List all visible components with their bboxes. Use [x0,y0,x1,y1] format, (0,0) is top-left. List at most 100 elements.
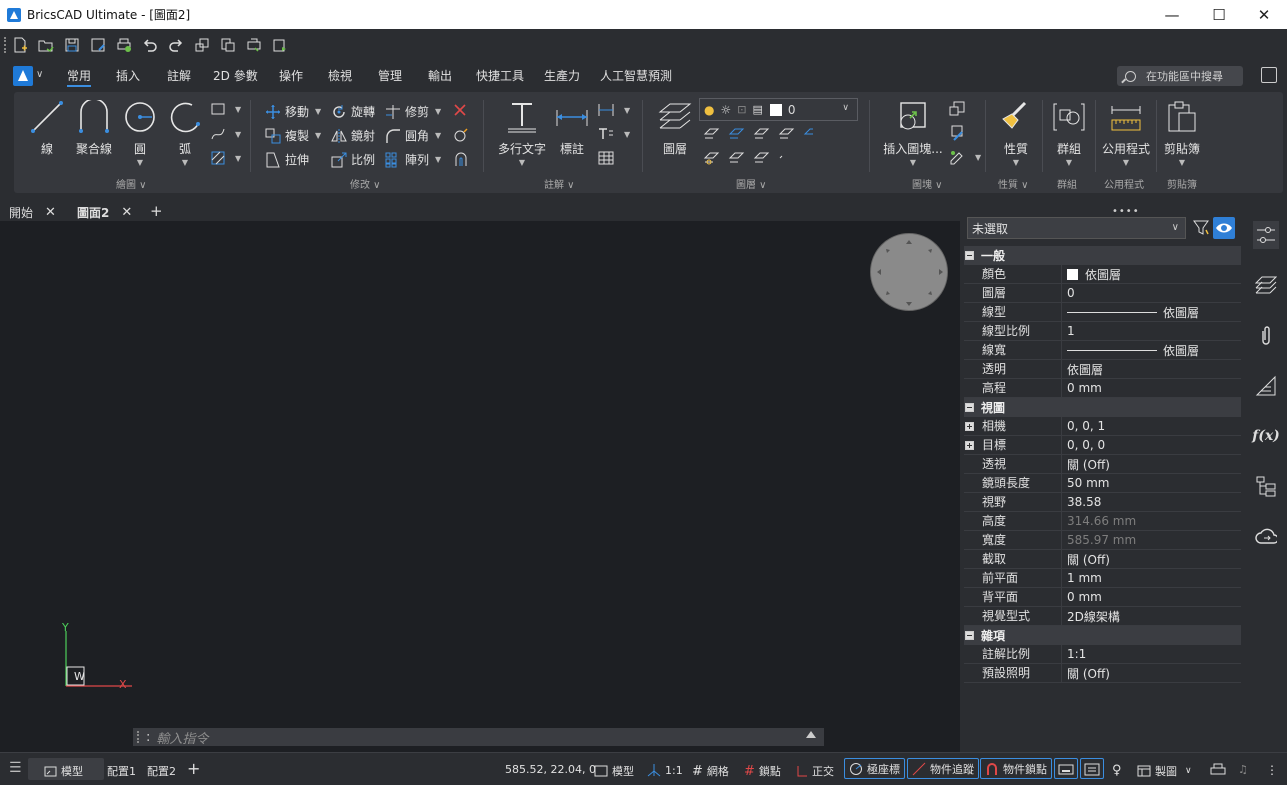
circle-button[interactable]: 圓 ▼ [121,100,159,167]
new-tab-plus-icon[interactable]: + [150,202,163,220]
command-line-input[interactable]: : 輸入指令 [133,728,824,747]
layout2-tab[interactable]: 配置2 [147,763,176,779]
array-button[interactable]: 陣列 ▼ [385,151,441,168]
property-row[interactable]: 顏色 依圖層 [964,264,1241,284]
dimension-button[interactable]: 標註 [553,100,591,157]
chevron-down-icon[interactable]: ▼ [235,105,241,114]
text-style-button[interactable]: ▼ [598,127,630,141]
save-icon[interactable] [59,34,85,56]
panel-label-properties[interactable]: 性質 ∨ [998,176,1029,191]
cursor-coordinates[interactable]: 585.52, 22.04, 0 [505,763,596,776]
tab-ai-prediction[interactable]: 人工智慧預測 [600,67,672,87]
insert-block-button[interactable]: 插入圖塊... ▼ [880,100,946,167]
table-button[interactable] [598,151,618,165]
save-as-icon[interactable] [85,34,111,56]
copy-clip-icon[interactable] [215,34,241,56]
doc-tab-drawing2[interactable]: 圖面2 ✕ [77,204,132,221]
chevron-down-icon[interactable]: ▼ [435,131,441,140]
chevron-down-icon[interactable]: ∨ [1185,766,1192,776]
chevron-down-icon[interactable]: ∨ [842,103,849,113]
property-row[interactable]: 前平面 1 mm [964,568,1241,588]
function-icon[interactable]: f(x) [1252,425,1280,447]
notification-bell-icon[interactable]: ♫ [1238,763,1248,776]
object-snap-toggle[interactable]: 物件鎖點 [980,758,1052,779]
publish-icon[interactable] [267,34,293,56]
attachments-icon[interactable] [1255,325,1277,347]
property-row[interactable]: 鏡頭長度 50 mm [964,473,1241,493]
property-value[interactable]: 2D線架構 [1067,608,1120,625]
property-value[interactable]: 依圖層 [1067,361,1103,378]
chevron-down-icon[interactable]: ▼ [1161,158,1203,167]
chevron-down-icon[interactable]: ∨ [1172,222,1179,233]
property-row[interactable]: 透明 依圖層 [964,359,1241,379]
arc-button[interactable]: 弧 ▼ [166,100,204,167]
property-row[interactable]: 預設照明關 (Off) [964,663,1241,683]
print-status-icon[interactable] [1210,763,1230,777]
chevron-down-icon[interactable]: ▼ [235,154,241,163]
property-row[interactable]: 截取關 (Off) [964,549,1241,569]
property-row[interactable]: 線寬 依圖層 [964,340,1241,360]
maximize-button[interactable]: ☐ [1196,0,1242,29]
panel-label-block[interactable]: 圖塊 ∨ [912,176,943,191]
filter-icon[interactable] [1193,220,1211,236]
block-attribute-button[interactable]: ▼ [949,149,981,165]
layer-dropdown[interactable]: ● ☼ ⊡ ▤ 0 ∨ [699,98,858,121]
lineweight-toggle[interactable] [1054,758,1078,779]
panel-label-groups[interactable]: 群組 [1057,176,1077,191]
doc-tab-start[interactable]: 開始 ✕ [9,204,56,221]
spline-button[interactable]: ▼ [211,127,241,141]
properties-panel-icon[interactable] [1253,221,1279,249]
layout1-tab[interactable]: 配置1 [107,763,136,779]
rectangle-button[interactable]: ▼ [211,103,241,115]
utilities-button[interactable]: 公用程式 ▼ [1100,100,1152,167]
tab-parametric[interactable]: 2D 參數 [213,67,258,87]
line-button[interactable]: 線 [28,100,66,157]
property-value[interactable]: 依圖層 [1067,304,1199,321]
object-tracking-toggle[interactable]: 物件追蹤 [907,758,979,779]
property-value[interactable]: 1 mm [1067,571,1102,585]
undo-icon[interactable] [137,34,163,56]
close-button[interactable]: ✕ [1241,0,1287,29]
property-row[interactable]: 圖層 0 [964,283,1241,303]
expand-icon[interactable] [965,422,974,431]
command-history-up-icon[interactable] [806,731,816,738]
panel-label-modify[interactable]: 修改 ∨ [350,176,381,191]
tab-view[interactable]: 檢視 [328,67,352,87]
layer-button[interactable]: 圖層 [655,100,695,157]
annotation-scale[interactable]: 1:1 [647,763,683,777]
panel-label-draw[interactable]: 繪圖 ∨ [116,176,147,191]
panel-label-layers[interactable]: 圖層 ∨ [736,176,767,191]
tab-output[interactable]: 輸出 [428,67,452,87]
chevron-down-icon[interactable]: ▼ [1050,158,1088,167]
explode-button[interactable] [453,127,473,143]
minimize-button[interactable]: — [1149,0,1195,29]
layers-panel-icon[interactable] [1255,275,1277,297]
application-menu-icon[interactable] [13,66,33,86]
multileader-button[interactable]: ▼ [598,103,630,117]
chevron-down-icon[interactable]: ▼ [880,158,946,167]
workspace-switch[interactable]: 製圖 ∨ [1137,763,1192,779]
polyline-button[interactable]: 聚合線 [72,100,116,157]
selection-dropdown[interactable]: 未選取 ∨ [967,217,1186,239]
property-value[interactable]: 0, 0, 0 [1067,438,1105,452]
property-value[interactable]: 0 mm [1067,590,1102,604]
move-button[interactable]: 移動 ▼ [265,103,321,120]
property-row[interactable]: 視野 38.58 [964,492,1241,512]
drawing-explorer-icon[interactable] [1255,375,1277,397]
erase-button[interactable] [453,103,471,117]
property-row[interactable]: 相機 0, 0, 1 [964,416,1241,436]
property-row[interactable]: 寬度 585.97 mm [964,530,1241,550]
ortho-toggle[interactable]: 正交 [796,763,834,779]
property-group-header[interactable]: 雜項 [964,626,1241,645]
property-row[interactable]: 線型比例 1 [964,321,1241,341]
chevron-down-icon[interactable]: ∨ [36,69,43,80]
chevron-down-icon[interactable]: ▼ [235,130,241,139]
property-value[interactable]: 1:1 [1067,647,1086,661]
collapse-icon[interactable] [965,631,974,640]
command-grip[interactable] [137,731,140,743]
clipboard-button[interactable]: 剪貼簿 ▼ [1161,100,1203,167]
property-row[interactable]: 目標 0, 0, 0 [964,435,1241,455]
property-value[interactable]: 1 [1067,324,1075,338]
property-value[interactable]: 50 mm [1067,476,1109,490]
new-file-icon[interactable] [7,34,33,56]
